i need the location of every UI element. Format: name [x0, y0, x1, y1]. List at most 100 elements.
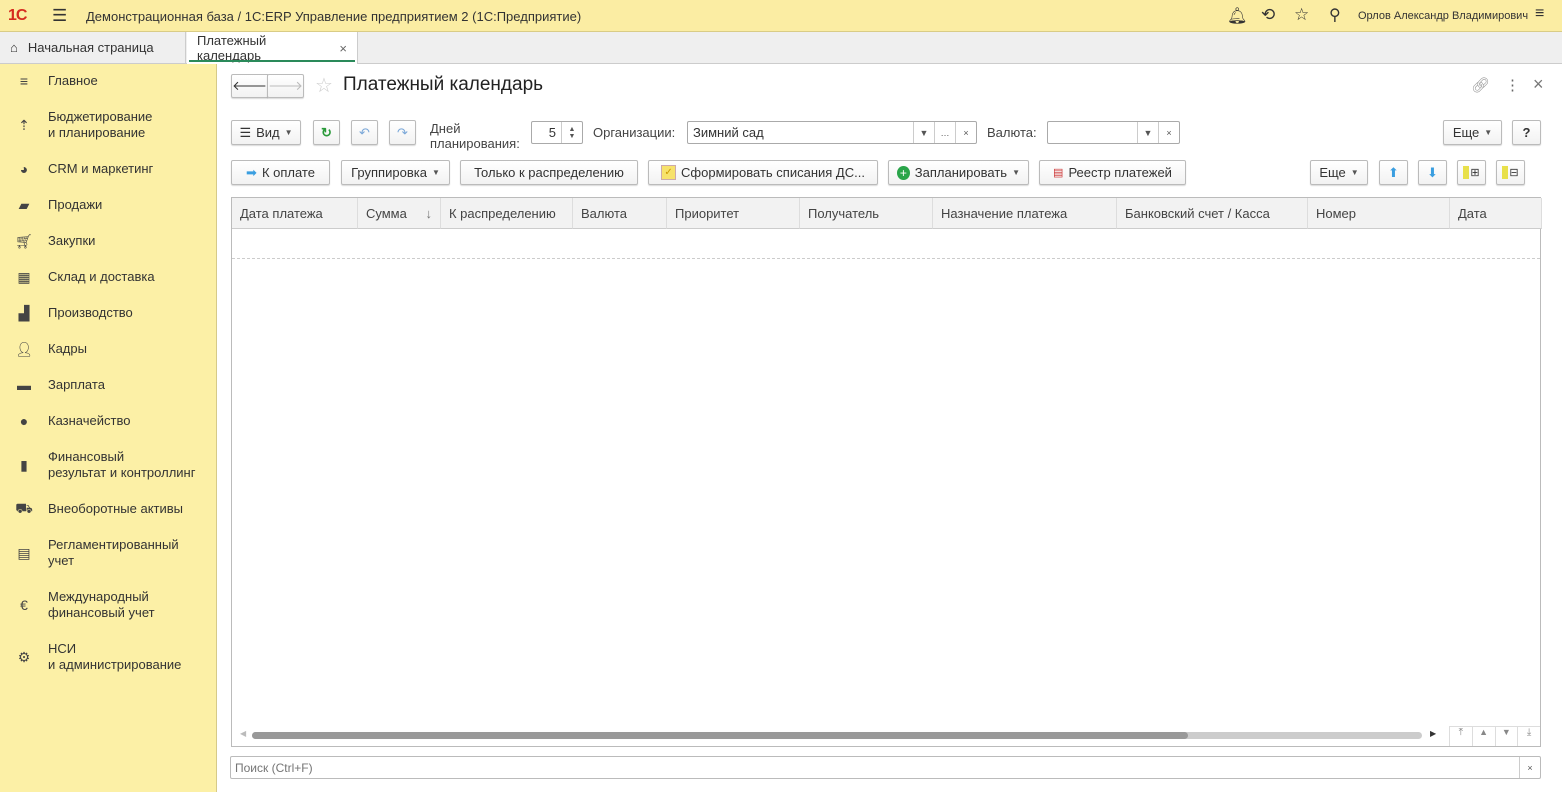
sidebar: ≡ Главное ⇡ Бюджетирование и планирование ◕ C…	[0, 64, 217, 792]
currency-field[interactable]: ▼ ×	[1047, 121, 1180, 144]
days-stepper[interactable]: 5 ▲ ▼	[531, 121, 583, 144]
sidebar-item[interactable]: 👤︎ Кадры	[0, 332, 217, 366]
sidebar-item[interactable]: ≡ Главное	[0, 64, 217, 98]
sidebar-item-label: Продажи	[48, 197, 103, 212]
search-input[interactable]	[231, 760, 1519, 775]
move-down-button[interactable]: ⬇	[1418, 160, 1447, 185]
column-header[interactable]: Номер	[1308, 198, 1450, 229]
column-header[interactable]: Получатель	[800, 198, 933, 229]
euro-icon: €	[20, 597, 28, 613]
column-label: Дата	[1458, 205, 1487, 221]
history-icon[interactable]: ⟲	[1261, 5, 1275, 25]
column-header[interactable]: Дата платежа	[232, 198, 358, 229]
more-button[interactable]: Еще ▼	[1310, 160, 1368, 185]
dropdown-icon[interactable]: ▼	[913, 122, 934, 143]
column-header[interactable]: Назначение платежа	[933, 198, 1117, 229]
warehouse-icon: ▦	[17, 268, 31, 285]
search-field[interactable]: ×	[230, 756, 1541, 779]
redo-button[interactable]: ↷	[389, 120, 416, 145]
expand-all-button[interactable]: ⊞	[1457, 160, 1486, 185]
tab-payment-calendar[interactable]: Платежный календарь ×	[187, 32, 358, 64]
sidebar-item-label: НСИ и администрирование	[48, 641, 182, 672]
bell-icon[interactable]: 🔔︎	[1227, 6, 1247, 26]
payment-registry-button[interactable]: ▤ Реестр платежей	[1039, 160, 1186, 185]
clear-search-icon[interactable]: ×	[1519, 757, 1540, 778]
sidebar-item[interactable]: € Международный финансовый учет	[0, 588, 217, 622]
star-icon[interactable]: ☆	[1294, 5, 1309, 25]
move-up-button[interactable]: ⬆	[1379, 160, 1408, 185]
search-icon[interactable]: ⚲	[1329, 5, 1341, 25]
arrow-down-icon: ⬇	[1427, 164, 1438, 180]
view-button[interactable]: ☰ Вид ▼	[231, 120, 301, 145]
scroll-bottom-icon[interactable]: ⤓	[1517, 727, 1540, 746]
arrow-right-icon: ➡	[246, 164, 257, 180]
scroll-down-icon[interactable]: ▼	[1494, 727, 1518, 746]
expand-tree-icon: ⊞	[1463, 166, 1480, 179]
help-button[interactable]: ?	[1512, 120, 1541, 145]
select-icon[interactable]: …	[934, 122, 955, 143]
column-header[interactable]: Дата	[1450, 198, 1542, 229]
sidebar-item[interactable]: ● Казначейство	[0, 404, 217, 438]
stepper-arrows-icon[interactable]: ▲ ▼	[561, 122, 582, 143]
column-header[interactable]: Сумма ↓	[358, 198, 441, 229]
undo-button[interactable]: ↶	[351, 120, 378, 145]
chart-icon: ▮	[20, 456, 28, 473]
column-header[interactable]: Валюта	[573, 198, 667, 229]
sort-desc-icon[interactable]: ↓	[426, 206, 433, 221]
sidebar-item[interactable]: ▦ Склад и доставка	[0, 260, 217, 294]
sidebar-item[interactable]: ⛟ Внеоборотные активы	[0, 492, 217, 526]
generate-label: Сформировать списания ДС...	[681, 165, 865, 180]
dropdown-icon[interactable]: ▼	[1137, 122, 1158, 143]
only-distribution-button[interactable]: Только к распределению	[460, 160, 638, 185]
sidebar-item[interactable]: ⇡ Бюджетирование и планирование	[0, 108, 217, 142]
collapse-tree-icon: ⊟	[1502, 166, 1519, 179]
sidebar-item[interactable]: ▟ Производство	[0, 296, 217, 330]
close-tab-icon[interactable]: ×	[339, 41, 347, 56]
tab-label: Начальная страница	[27, 40, 154, 55]
to-pay-button[interactable]: ➡ К оплате	[231, 160, 330, 185]
generate-writeoffs-button[interactable]: ✓ Сформировать списания ДС...	[648, 160, 878, 185]
tab-home[interactable]: ⌂ Начальная страница	[0, 32, 186, 63]
plan-button[interactable]: + Запланировать ▼	[888, 160, 1029, 185]
column-header[interactable]: Приоритет	[667, 198, 800, 229]
currency-label: Валюта:	[987, 125, 1037, 140]
scroll-top-icon[interactable]: ⤒	[1449, 727, 1472, 746]
grouping-label: Группировка	[351, 165, 427, 180]
sidebar-item[interactable]: 🛒︎ Закупки	[0, 224, 217, 258]
more-vertical-icon[interactable]: ⋮	[1505, 76, 1520, 94]
scroll-up-icon[interactable]: ▲	[1471, 727, 1495, 746]
link-icon[interactable]: 🔗︎	[1471, 76, 1490, 94]
pie-icon: ◕	[19, 161, 29, 177]
1c-logo: 1С	[8, 7, 27, 24]
clear-icon[interactable]: ×	[1158, 122, 1179, 143]
sidebar-item[interactable]: ⚙ НСИ и администрирование	[0, 640, 217, 674]
settings-menu-icon[interactable]: ≡	[1535, 5, 1544, 23]
column-label: Назначение платежа	[941, 205, 1068, 221]
refresh-button[interactable]: ↻	[313, 120, 340, 145]
horizontal-scrollbar[interactable]: ◀ ▶	[232, 726, 1540, 746]
org-field[interactable]: Зимний сад ▼ … ×	[687, 121, 977, 144]
org-label: Организации:	[593, 125, 676, 140]
back-button[interactable]: 🡐	[231, 74, 268, 98]
refresh-icon: ↻	[321, 124, 332, 140]
column-header[interactable]: К распределению	[441, 198, 573, 229]
grouping-button[interactable]: Группировка ▼	[341, 160, 450, 185]
sidebar-item[interactable]: ▬ Зарплата	[0, 368, 217, 402]
sidebar-item[interactable]: ▤ Регламентированный учет	[0, 536, 217, 570]
more-button-top[interactable]: Еще ▼	[1443, 120, 1502, 145]
sidebar-item[interactable]: ▮ Финансовый результат и контроллинг	[0, 448, 217, 482]
column-label: Номер	[1316, 205, 1357, 221]
scrollbar-thumb[interactable]	[252, 732, 1188, 739]
sidebar-item[interactable]: ▰ Продажи	[0, 188, 217, 222]
user-name[interactable]: Орлов Александр Владимирович	[1358, 10, 1528, 22]
forward-button[interactable]: 🡒	[267, 74, 304, 98]
to-pay-label: К оплате	[261, 165, 315, 180]
menu-icon[interactable]: ☰	[52, 6, 67, 26]
favorite-star-icon[interactable]: ☆	[315, 73, 333, 98]
column-header[interactable]: Банковский счет / Касса	[1117, 198, 1308, 229]
close-form-icon[interactable]: ×	[1533, 74, 1544, 95]
sidebar-item[interactable]: ◕ CRM и маркетинг	[0, 152, 217, 186]
collapse-all-button[interactable]: ⊟	[1496, 160, 1525, 185]
clear-icon[interactable]: ×	[955, 122, 976, 143]
empty-row[interactable]	[232, 229, 1540, 259]
